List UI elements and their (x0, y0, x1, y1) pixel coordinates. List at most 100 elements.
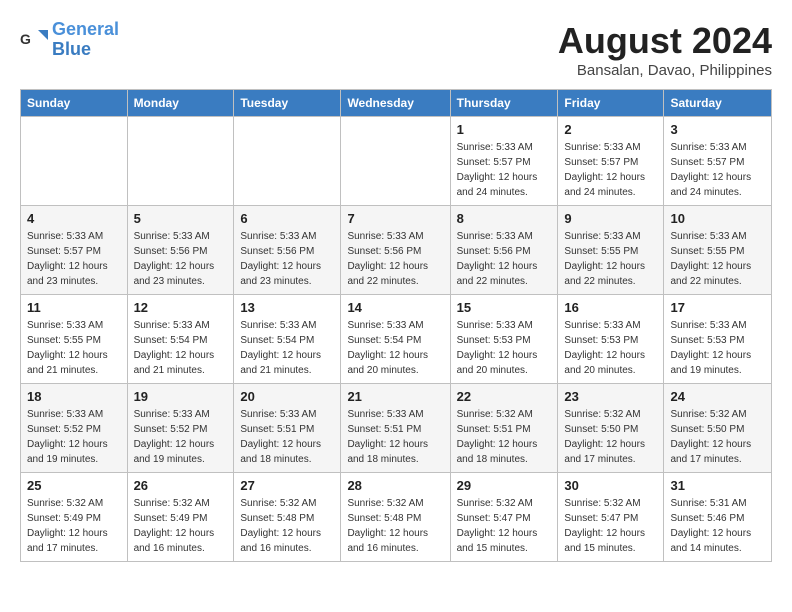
svg-text:G: G (20, 31, 31, 47)
day-info: Sunrise: 5:32 AM Sunset: 5:48 PM Dayligh… (347, 496, 443, 556)
weekday-row: SundayMondayTuesdayWednesdayThursdayFrid… (21, 90, 772, 117)
day-info: Sunrise: 5:32 AM Sunset: 5:48 PM Dayligh… (240, 496, 334, 556)
calendar-cell: 12 Sunrise: 5:33 AM Sunset: 5:54 PM Dayli… (127, 295, 234, 384)
calendar-cell: 2 Sunrise: 5:33 AM Sunset: 5:57 PM Daylig… (558, 117, 664, 206)
day-number: 5 (134, 211, 228, 226)
day-info: Sunrise: 5:33 AM Sunset: 5:53 PM Dayligh… (457, 318, 552, 378)
location: Bansalan, Davao, Philippines (558, 62, 772, 79)
calendar-cell: 10 Sunrise: 5:33 AM Sunset: 5:55 PM Dayli… (664, 206, 772, 295)
calendar-cell (234, 117, 341, 206)
calendar-cell: 25Sunrise: 5:32 AM Sunset: 5:49 PM Dayli… (21, 473, 128, 562)
day-number: 15 (457, 300, 552, 315)
day-info: Sunrise: 5:33 AM Sunset: 5:51 PM Dayligh… (347, 407, 443, 467)
day-number: 9 (564, 211, 657, 226)
day-info: Sunrise: 5:33 AM Sunset: 5:54 PM Dayligh… (240, 318, 334, 378)
day-info: Sunrise: 5:32 AM Sunset: 5:51 PM Dayligh… (457, 407, 552, 467)
day-number: 12 (134, 300, 228, 315)
calendar-cell: 3 Sunrise: 5:33 AM Sunset: 5:57 PM Daylig… (664, 117, 772, 206)
calendar-cell: 14 Sunrise: 5:33 AM Sunset: 5:54 PM Dayli… (341, 295, 450, 384)
calendar-cell: 31Sunrise: 5:31 AM Sunset: 5:46 PM Dayli… (664, 473, 772, 562)
day-number: 8 (457, 211, 552, 226)
calendar-cell: 21 Sunrise: 5:33 AM Sunset: 5:51 PM Dayli… (341, 384, 450, 473)
calendar-table: SundayMondayTuesdayWednesdayThursdayFrid… (20, 89, 772, 562)
calendar-cell: 8 Sunrise: 5:33 AM Sunset: 5:56 PM Daylig… (450, 206, 558, 295)
day-number: 1 (457, 122, 552, 137)
calendar-cell: 9 Sunrise: 5:33 AM Sunset: 5:55 PM Daylig… (558, 206, 664, 295)
calendar-cell (127, 117, 234, 206)
day-info: Sunrise: 5:31 AM Sunset: 5:46 PM Dayligh… (670, 496, 765, 556)
day-info: Sunrise: 5:32 AM Sunset: 5:49 PM Dayligh… (27, 496, 121, 556)
calendar-week-row: 11 Sunrise: 5:33 AM Sunset: 5:55 PM Dayli… (21, 295, 772, 384)
day-info: Sunrise: 5:33 AM Sunset: 5:52 PM Dayligh… (27, 407, 121, 467)
weekday-header: Monday (127, 90, 234, 117)
calendar-cell: 28 Sunrise: 5:32 AM Sunset: 5:48 PM Dayli… (341, 473, 450, 562)
day-number: 17 (670, 300, 765, 315)
calendar-week-row: 25Sunrise: 5:32 AM Sunset: 5:49 PM Dayli… (21, 473, 772, 562)
day-number: 2 (564, 122, 657, 137)
calendar-cell: 27Sunrise: 5:32 AM Sunset: 5:48 PM Dayli… (234, 473, 341, 562)
calendar-cell: 29 Sunrise: 5:32 AM Sunset: 5:47 PM Dayli… (450, 473, 558, 562)
calendar-cell (21, 117, 128, 206)
calendar-cell: 1 Sunrise: 5:33 AM Sunset: 5:57 PM Daylig… (450, 117, 558, 206)
calendar-cell: 4 Sunrise: 5:33 AM Sunset: 5:57 PM Daylig… (21, 206, 128, 295)
day-info: Sunrise: 5:32 AM Sunset: 5:47 PM Dayligh… (564, 496, 657, 556)
day-info: Sunrise: 5:33 AM Sunset: 5:56 PM Dayligh… (347, 229, 443, 289)
weekday-header: Tuesday (234, 90, 341, 117)
day-info: Sunrise: 5:33 AM Sunset: 5:51 PM Dayligh… (240, 407, 334, 467)
day-info: Sunrise: 5:33 AM Sunset: 5:53 PM Dayligh… (670, 318, 765, 378)
day-number: 20 (240, 389, 334, 404)
day-info: Sunrise: 5:33 AM Sunset: 5:53 PM Dayligh… (564, 318, 657, 378)
calendar-cell: 23 Sunrise: 5:32 AM Sunset: 5:50 PM Dayli… (558, 384, 664, 473)
calendar-cell: 7 Sunrise: 5:33 AM Sunset: 5:56 PM Daylig… (341, 206, 450, 295)
calendar-cell: 13 Sunrise: 5:33 AM Sunset: 5:54 PM Dayli… (234, 295, 341, 384)
day-number: 7 (347, 211, 443, 226)
day-info: Sunrise: 5:33 AM Sunset: 5:56 PM Dayligh… (457, 229, 552, 289)
calendar-week-row: 1 Sunrise: 5:33 AM Sunset: 5:57 PM Daylig… (21, 117, 772, 206)
logo-blue: Blue (52, 39, 91, 59)
page-header: G General Blue August 2024 Bansalan, Dav… (20, 20, 772, 79)
calendar-cell (341, 117, 450, 206)
day-info: Sunrise: 5:33 AM Sunset: 5:55 PM Dayligh… (27, 318, 121, 378)
day-number: 26 (134, 478, 228, 493)
day-number: 18 (27, 389, 121, 404)
day-number: 21 (347, 389, 443, 404)
day-info: Sunrise: 5:33 AM Sunset: 5:57 PM Dayligh… (457, 140, 552, 200)
day-number: 16 (564, 300, 657, 315)
calendar-cell: 11 Sunrise: 5:33 AM Sunset: 5:55 PM Dayli… (21, 295, 128, 384)
day-info: Sunrise: 5:33 AM Sunset: 5:54 PM Dayligh… (134, 318, 228, 378)
weekday-header: Saturday (664, 90, 772, 117)
calendar-cell: 20 Sunrise: 5:33 AM Sunset: 5:51 PM Dayli… (234, 384, 341, 473)
day-number: 4 (27, 211, 121, 226)
day-info: Sunrise: 5:33 AM Sunset: 5:57 PM Dayligh… (564, 140, 657, 200)
day-number: 13 (240, 300, 334, 315)
day-number: 19 (134, 389, 228, 404)
weekday-header: Sunday (21, 90, 128, 117)
day-number: 22 (457, 389, 552, 404)
day-number: 29 (457, 478, 552, 493)
day-info: Sunrise: 5:33 AM Sunset: 5:57 PM Dayligh… (670, 140, 765, 200)
day-info: Sunrise: 5:32 AM Sunset: 5:47 PM Dayligh… (457, 496, 552, 556)
day-number: 14 (347, 300, 443, 315)
day-info: Sunrise: 5:33 AM Sunset: 5:57 PM Dayligh… (27, 229, 121, 289)
calendar-cell: 5Sunrise: 5:33 AM Sunset: 5:56 PM Daylig… (127, 206, 234, 295)
day-info: Sunrise: 5:33 AM Sunset: 5:52 PM Dayligh… (134, 407, 228, 467)
day-info: Sunrise: 5:33 AM Sunset: 5:55 PM Dayligh… (564, 229, 657, 289)
day-info: Sunrise: 5:33 AM Sunset: 5:55 PM Dayligh… (670, 229, 765, 289)
day-number: 3 (670, 122, 765, 137)
month-year: August 2024 (558, 20, 772, 62)
logo-text: General Blue (52, 20, 119, 60)
day-number: 28 (347, 478, 443, 493)
calendar-cell: 26Sunrise: 5:32 AM Sunset: 5:49 PM Dayli… (127, 473, 234, 562)
day-number: 11 (27, 300, 121, 315)
day-info: Sunrise: 5:33 AM Sunset: 5:54 PM Dayligh… (347, 318, 443, 378)
calendar-cell: 22 Sunrise: 5:32 AM Sunset: 5:51 PM Dayli… (450, 384, 558, 473)
day-number: 10 (670, 211, 765, 226)
day-info: Sunrise: 5:32 AM Sunset: 5:50 PM Dayligh… (670, 407, 765, 467)
weekday-header: Friday (558, 90, 664, 117)
calendar-cell: 16 Sunrise: 5:33 AM Sunset: 5:53 PM Dayli… (558, 295, 664, 384)
day-info: Sunrise: 5:32 AM Sunset: 5:50 PM Dayligh… (564, 407, 657, 467)
calendar-cell: 17 Sunrise: 5:33 AM Sunset: 5:53 PM Dayli… (664, 295, 772, 384)
weekday-header: Thursday (450, 90, 558, 117)
calendar-cell: 15 Sunrise: 5:33 AM Sunset: 5:53 PM Dayli… (450, 295, 558, 384)
day-number: 23 (564, 389, 657, 404)
